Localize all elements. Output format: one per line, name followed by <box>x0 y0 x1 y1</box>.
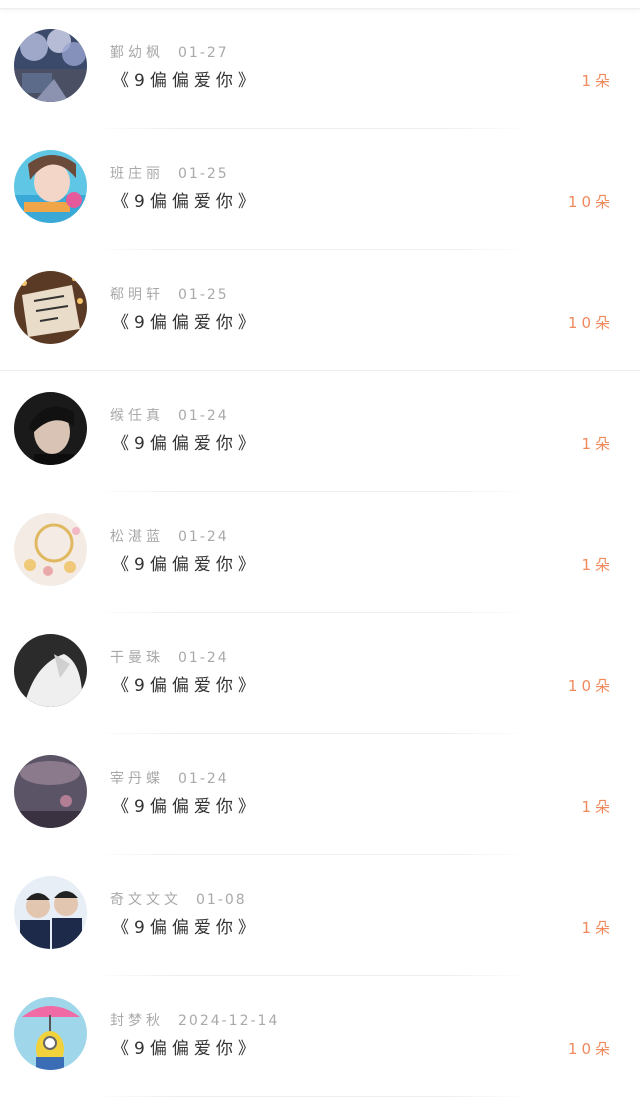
gift-title: 《9偏偏爱你》 <box>112 676 260 696</box>
record-meta: 奇文文文 01-08 <box>110 889 247 909</box>
record-date: 01-24 <box>178 771 229 787</box>
record-meta: 封梦秋 2024-12-14 <box>110 1010 279 1030</box>
record-meta: 缑任真 01-24 <box>110 405 229 425</box>
avatar[interactable] <box>14 755 87 828</box>
record-meta: 郗明轩 01-25 <box>110 284 229 304</box>
list-item[interactable]: 松湛蓝 01-24 《9偏偏爱你》 1朵 <box>0 492 640 613</box>
list-item[interactable]: 郗明轩 01-25 《9偏偏爱你》 10朵 <box>0 250 640 371</box>
flower-count: 1朵 <box>581 435 614 453</box>
avatar[interactable] <box>14 392 87 465</box>
gift-title: 《9偏偏爱你》 <box>112 313 260 333</box>
list-item[interactable]: 宰丹蝶 01-24 《9偏偏爱你》 1朵 <box>0 734 640 855</box>
list-item[interactable]: 封梦秋 2024-12-14 《9偏偏爱你》 10朵 <box>0 976 640 1097</box>
gift-title: 《9偏偏爱你》 <box>112 555 260 575</box>
avatar[interactable] <box>14 634 87 707</box>
flower-count: 10朵 <box>567 1040 614 1058</box>
gift-title: 《9偏偏爱你》 <box>112 71 260 91</box>
avatar[interactable] <box>14 513 87 586</box>
gift-title: 《9偏偏爱你》 <box>112 434 260 454</box>
avatar[interactable] <box>14 997 87 1070</box>
flower-count: 1朵 <box>581 798 614 816</box>
sender-name: 鄞幼枫 <box>110 45 164 61</box>
avatar[interactable] <box>14 29 87 102</box>
record-date: 01-24 <box>178 408 229 424</box>
record-meta: 松湛蓝 01-24 <box>110 526 229 546</box>
gift-title: 《9偏偏爱你》 <box>112 1039 260 1059</box>
record-date: 01-24 <box>178 529 229 545</box>
sender-name: 奇文文文 <box>110 892 182 908</box>
sender-name: 班庄丽 <box>110 166 164 182</box>
flower-count: 1朵 <box>581 919 614 937</box>
record-meta: 宰丹蝶 01-24 <box>110 768 229 788</box>
record-date: 01-25 <box>178 166 229 182</box>
list-item[interactable]: 干曼珠 01-24 《9偏偏爱你》 10朵 <box>0 613 640 734</box>
sender-name: 缑任真 <box>110 408 164 424</box>
flower-count: 10朵 <box>567 677 614 695</box>
flower-count: 10朵 <box>567 314 614 332</box>
list-item[interactable]: 班庄丽 01-25 《9偏偏爱你》 10朵 <box>0 129 640 250</box>
flower-count: 10朵 <box>567 193 614 211</box>
list-item[interactable]: 鄞幼枫 01-27 《9偏偏爱你》 1朵 <box>0 8 640 129</box>
record-meta: 班庄丽 01-25 <box>110 163 229 183</box>
list-item[interactable]: 奇文文文 01-08 《9偏偏爱你》 1朵 <box>0 855 640 976</box>
record-date: 01-25 <box>178 287 229 303</box>
record-date: 01-24 <box>178 650 229 666</box>
gift-record-list: 鄞幼枫 01-27 《9偏偏爱你》 1朵 班庄丽 01-25 《9偏偏爱你》 10朵 <box>0 8 640 1097</box>
flower-count: 1朵 <box>581 72 614 90</box>
avatar[interactable] <box>14 271 87 344</box>
gift-title: 《9偏偏爱你》 <box>112 797 260 817</box>
sender-name: 郗明轩 <box>110 287 164 303</box>
record-meta: 干曼珠 01-24 <box>110 647 229 667</box>
sender-name: 宰丹蝶 <box>110 771 164 787</box>
sender-name: 封梦秋 <box>110 1013 164 1029</box>
avatar[interactable] <box>14 876 87 949</box>
avatar[interactable] <box>14 150 87 223</box>
record-date: 01-08 <box>196 892 247 908</box>
sender-name: 松湛蓝 <box>110 529 164 545</box>
flower-count: 1朵 <box>581 556 614 574</box>
sender-name: 干曼珠 <box>110 650 164 666</box>
record-date: 01-27 <box>178 45 229 61</box>
record-date: 2024-12-14 <box>178 1013 280 1029</box>
gift-title: 《9偏偏爱你》 <box>112 918 260 938</box>
gift-title: 《9偏偏爱你》 <box>112 192 260 212</box>
record-meta: 鄞幼枫 01-27 <box>110 42 229 62</box>
list-item[interactable]: 缑任真 01-24 《9偏偏爱你》 1朵 <box>0 371 640 492</box>
